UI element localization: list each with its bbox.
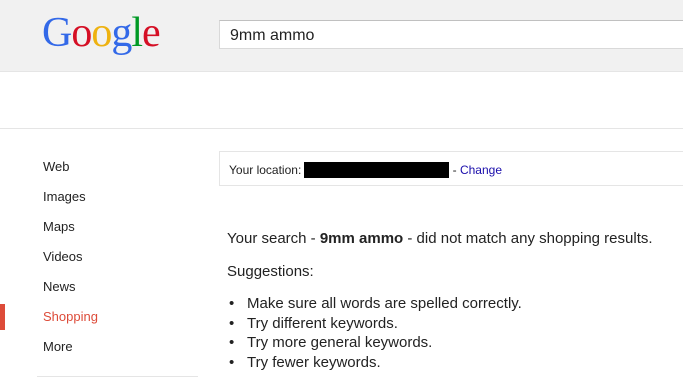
logo-letter: G (42, 10, 72, 56)
search-query: 9mm ammo (319, 230, 404, 247)
no-results-message: Your search - 9mm ammo - did not match a… (227, 230, 683, 247)
nav-item-videos[interactable]: Videos (0, 242, 200, 272)
nav-item-news[interactable]: News (0, 272, 200, 302)
suggestions-title: Suggestions: (227, 263, 314, 280)
logo-letter: e (142, 10, 161, 56)
suggestions-list: Make sure all words are spelled correctl… (227, 294, 683, 372)
change-location-link[interactable]: Change (460, 163, 502, 177)
location-bar: Your location: - Change (219, 151, 683, 186)
search-input[interactable]: 9mm ammo (219, 20, 683, 49)
nav-item-more[interactable]: More (0, 332, 200, 362)
suggestion-item: Try more general keywords. (227, 333, 683, 353)
google-logo[interactable]: Google (42, 10, 161, 56)
logo-letter: l (131, 10, 143, 56)
results-area: Your search - 9mm ammo - did not match a… (227, 230, 683, 372)
header-bar: Google 9mm ammo (0, 0, 683, 72)
message-suffix: - did not match any shopping results. (407, 230, 653, 247)
left-nav: Web Images Maps Videos News Shopping Mor… (0, 152, 200, 362)
redacted-location (304, 162, 450, 178)
location-label: Your location: (229, 163, 302, 177)
logo-letter: o (91, 10, 112, 56)
nav-item-web[interactable]: Web (0, 152, 200, 182)
message-prefix: Your search - (227, 230, 316, 247)
suggestion-item: Make sure all words are spelled correctl… (227, 294, 683, 314)
nav-item-shopping[interactable]: Shopping (0, 302, 200, 332)
suggestion-item: Try different keywords. (227, 314, 683, 334)
divider (0, 128, 683, 129)
logo-letter: o (71, 10, 92, 56)
logo-letter: g (111, 10, 132, 56)
nav-item-maps[interactable]: Maps (0, 212, 200, 242)
nav-divider (37, 376, 198, 377)
nav-item-images[interactable]: Images (0, 182, 200, 212)
location-separator: - (452, 163, 457, 177)
suggestion-item: Try fewer keywords. (227, 353, 683, 373)
